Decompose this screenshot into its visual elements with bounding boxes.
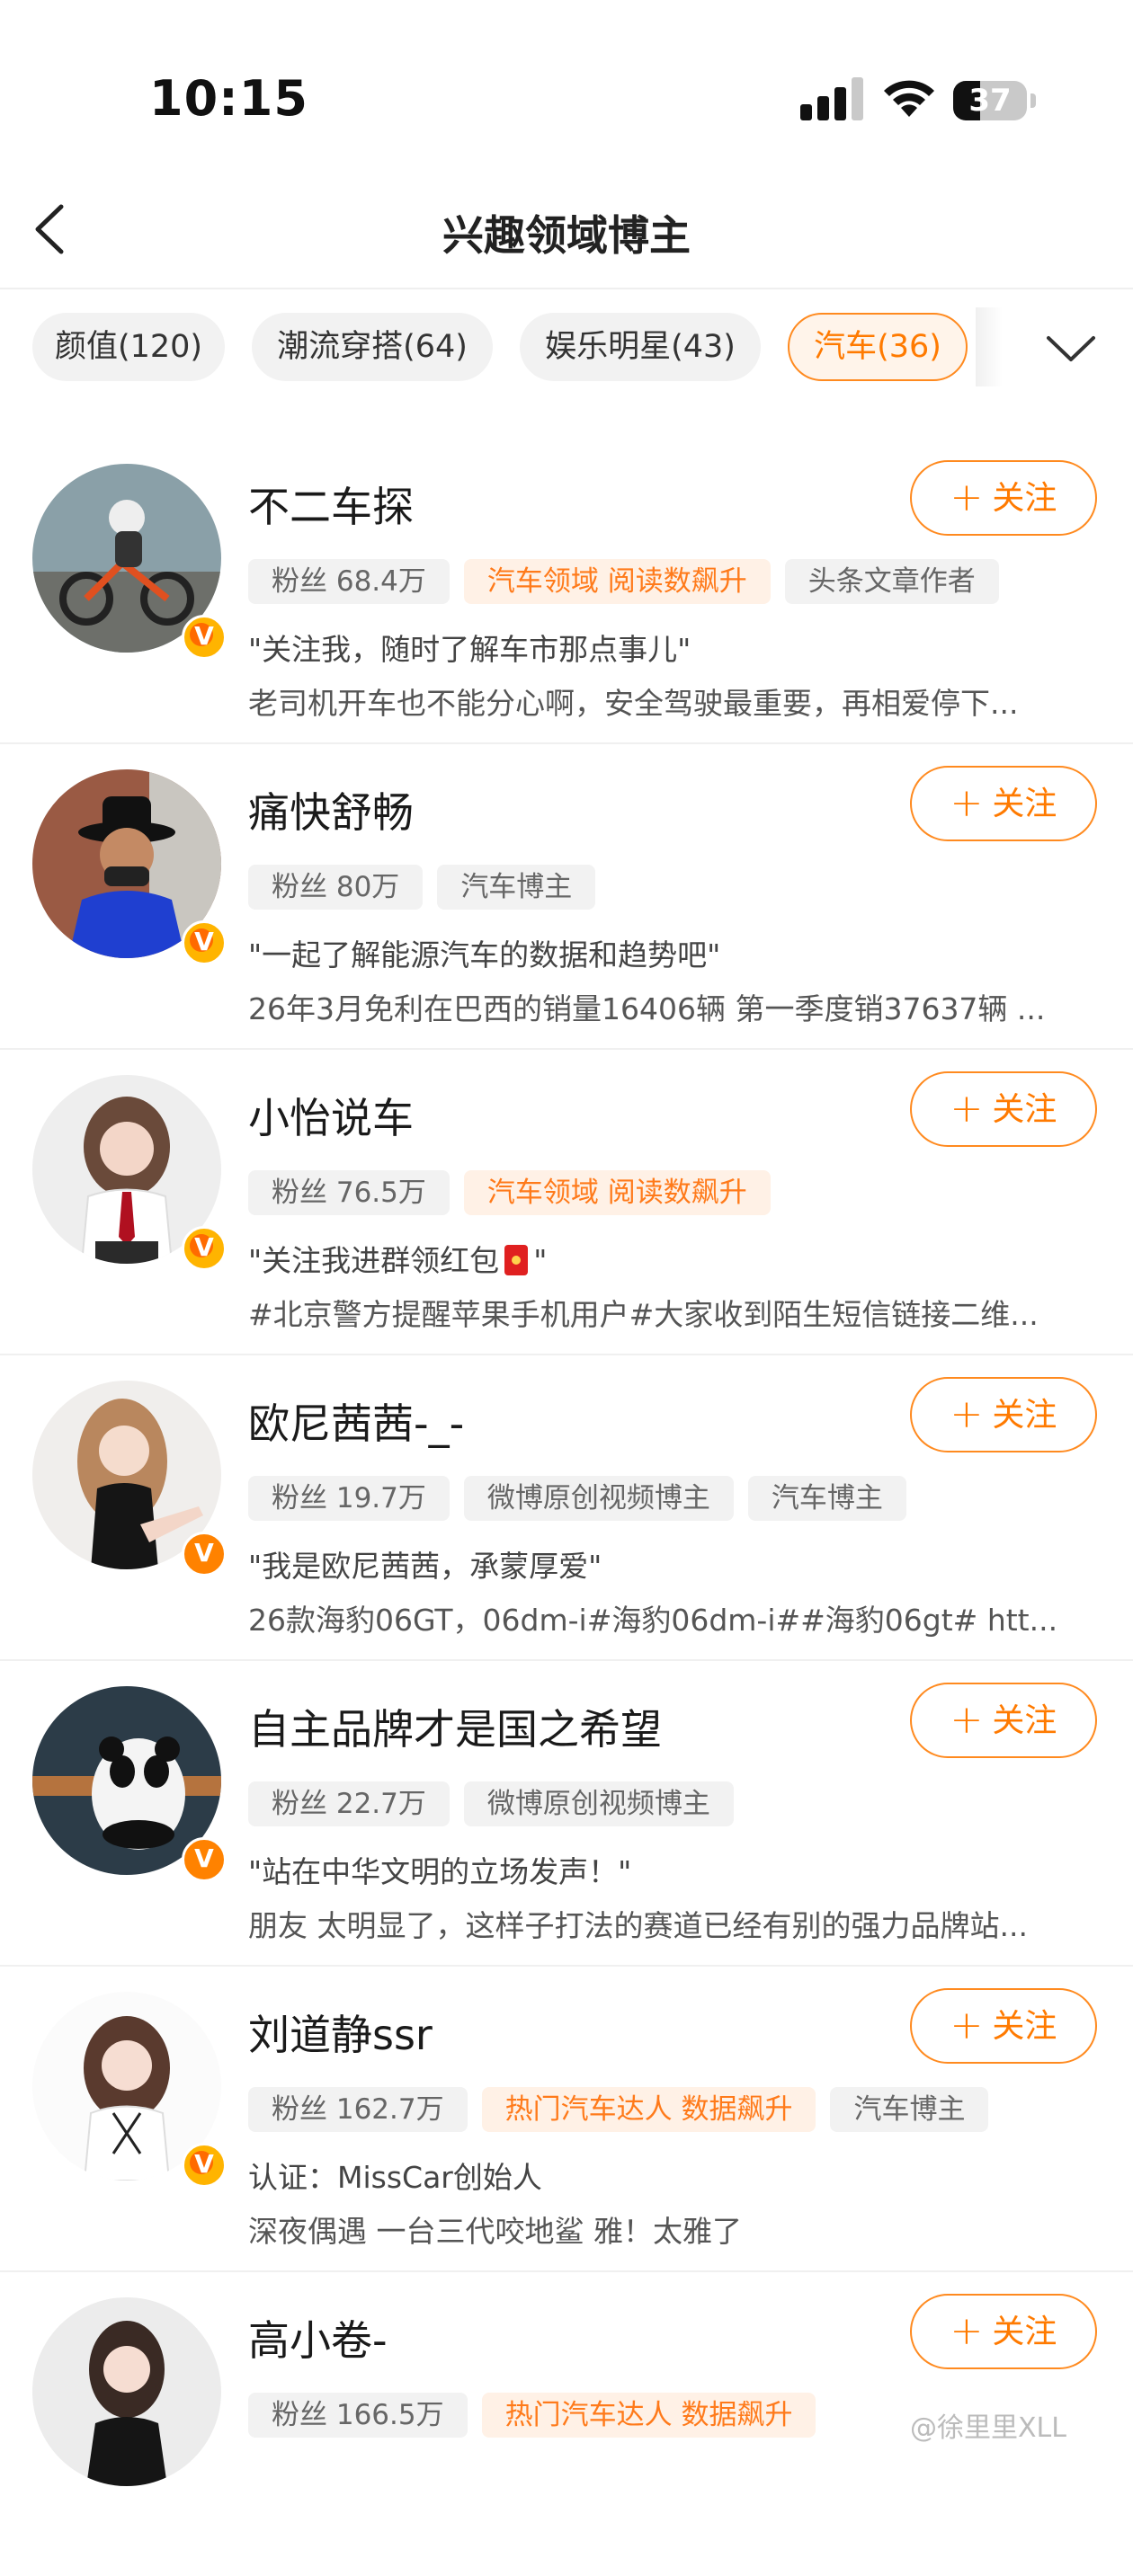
tag-row: 粉丝 68.4万 汽车领域 阅读数飙升 头条文章作者 xyxy=(248,559,1013,606)
hot-tag: 汽车领域 阅读数飙升 xyxy=(463,559,771,604)
cellular-signal-icon xyxy=(800,77,865,120)
tab-yanzhi[interactable]: 颜值(120) xyxy=(32,313,225,381)
blogger-description: "关注我进群领红包 " xyxy=(248,1237,1093,1280)
red-packet-icon xyxy=(504,1245,529,1275)
blogger-name[interactable]: 刘道静ssr xyxy=(248,2003,433,2062)
plus-icon: + xyxy=(950,1391,984,1437)
follow-button[interactable]: + 关注 xyxy=(910,1377,1097,1452)
latest-post: 26款海豹06GT，06dm-i#海豹06dm-i##海豹06gt# htt..… xyxy=(248,1603,1058,1638)
verified-badge-icon: V xyxy=(182,2143,227,2188)
latest-post: 深夜偶遇 一台三代咬地鲨 雅！太雅了 xyxy=(248,2214,742,2249)
fans-count: 粉丝 166.5万 xyxy=(248,2393,468,2438)
blogger-name[interactable]: 自主品牌才是国之希望 xyxy=(248,1697,662,1756)
hot-tag: 热门汽车达人 数据飙升 xyxy=(481,2087,816,2132)
fans-count: 粉丝 68.4万 xyxy=(248,559,450,604)
tag-row: 粉丝 19.7万 微博原创视频博主 汽车博主 xyxy=(248,1476,921,1523)
plus-icon: + xyxy=(950,2308,984,2354)
nav-bar: 兴趣领域博主 xyxy=(0,171,1133,289)
blogger-description: "一起了解能源汽车的数据和趋势吧" xyxy=(248,937,721,973)
status-bar: 10:15 37 xyxy=(0,0,1133,171)
tag-row: 粉丝 80万 汽车博主 xyxy=(248,865,610,911)
category-tag: 汽车博主 xyxy=(747,1476,906,1521)
blogger-description: "站在中华文明的立场发声！" xyxy=(248,1854,632,1889)
verified-badge-icon: V xyxy=(182,1837,227,1882)
plus-icon: + xyxy=(950,780,984,826)
list-item[interactable]: V 不二车探 + 关注 粉丝 68.4万 汽车领域 阅读数飙升 头条文章作者 "关注我… xyxy=(0,437,1133,744)
latest-post: 老司机开车也不能分心啊，安全驾驶最重要，再相爱停下... xyxy=(248,686,1019,721)
hot-tag: 热门汽车达人 数据飙升 xyxy=(481,2393,816,2438)
plus-icon: + xyxy=(950,1086,984,1132)
plus-icon: + xyxy=(950,1697,984,1743)
blogger-name[interactable]: 高小卷- xyxy=(248,2308,388,2367)
fans-count: 粉丝 80万 xyxy=(248,865,424,910)
hot-tag: 汽车领域 阅读数飙升 xyxy=(463,1170,771,1215)
list-item[interactable]: V 自主品牌才是国之希望 + 关注 粉丝 22.7万 微博原创视频博主 "站在中华文… xyxy=(0,1659,1133,1967)
tag-row: 粉丝 166.5万 热门汽车达人 数据飙升 xyxy=(248,2393,830,2439)
category-tag: 头条文章作者 xyxy=(784,559,999,604)
fans-count: 粉丝 162.7万 xyxy=(248,2087,468,2132)
battery-icon: 37 xyxy=(953,81,1036,120)
plus-icon: + xyxy=(950,2003,984,2048)
category-tag: 汽车博主 xyxy=(437,865,596,910)
follow-button[interactable]: + 关注 xyxy=(910,1683,1097,1758)
category-tag: 微博原创视频博主 xyxy=(463,1476,734,1521)
follow-button[interactable]: + 关注 xyxy=(910,2294,1097,2369)
fans-count: 粉丝 76.5万 xyxy=(248,1170,450,1215)
tag-row: 粉丝 22.7万 微博原创视频博主 xyxy=(248,1781,748,1828)
tab-chaoliu[interactable]: 潮流穿搭(64) xyxy=(252,313,493,381)
page-title: 兴趣领域博主 xyxy=(442,211,691,260)
blogger-name[interactable]: 痛快舒畅 xyxy=(248,780,414,839)
follow-button[interactable]: + 关注 xyxy=(910,1071,1097,1147)
tab-yule[interactable]: 娱乐明星(43) xyxy=(520,313,761,381)
avatar[interactable] xyxy=(32,2297,221,2486)
blogger-description: 认证：MissCar创始人 xyxy=(248,2160,542,2195)
description-text: "关注我进群领红包 xyxy=(248,1243,500,1278)
latest-post: 朋友 太明显了，这样子打法的赛道已经有别的强力品牌站... xyxy=(248,1908,1028,1943)
status-time: 10:15 xyxy=(149,70,308,127)
chevron-down-icon[interactable] xyxy=(1041,325,1101,370)
verified-badge-icon: V xyxy=(182,1226,227,1271)
blogger-description: "关注我，随时了解车市那点事儿" xyxy=(248,632,691,667)
verified-badge-icon: V xyxy=(182,615,227,660)
wifi-icon xyxy=(884,80,934,117)
tab-qiche[interactable]: 汽车(36) xyxy=(788,313,968,381)
follow-button[interactable]: + 关注 xyxy=(910,460,1097,536)
follow-button[interactable]: + 关注 xyxy=(910,1988,1097,2064)
fans-count: 粉丝 22.7万 xyxy=(248,1781,450,1826)
blogger-description: "我是欧尼茜茜，承蒙厚爱" xyxy=(248,1549,602,1584)
latest-post: 26年3月免利在巴西的销量16406辆 第一季度销37637辆 ... xyxy=(248,991,1046,1026)
description-quote: " xyxy=(533,1243,548,1278)
list-item[interactable]: V 小怡说车 + 关注 粉丝 76.5万 汽车领域 阅读数飙升 "关注我进群领红包 "… xyxy=(0,1048,1133,1355)
latest-post: #北京警方提醒苹果手机用户#大家收到陌生短信链接二维... xyxy=(248,1297,1039,1332)
blogger-name[interactable]: 小怡说车 xyxy=(248,1086,414,1145)
tabs-fade xyxy=(976,307,1003,386)
battery-level: 37 xyxy=(968,83,1012,119)
tag-row: 粉丝 162.7万 热门汽车达人 数据飙升 汽车博主 xyxy=(248,2087,1003,2134)
category-tabs: 颜值(120) 潮流穿搭(64) 娱乐明星(43) 汽车(36) xyxy=(0,289,1133,406)
follow-button[interactable]: + 关注 xyxy=(910,766,1097,841)
verified-badge-icon: V xyxy=(182,920,227,965)
verified-badge-icon: V xyxy=(182,1532,227,1577)
category-tag: 汽车博主 xyxy=(830,2087,989,2132)
blogger-name[interactable]: 欧尼茜茜-_- xyxy=(248,1391,464,1451)
watermark: @徐里里XLL xyxy=(910,2412,1066,2444)
fans-count: 粉丝 19.7万 xyxy=(248,1476,450,1521)
category-tag: 微博原创视频博主 xyxy=(463,1781,734,1826)
plus-icon: + xyxy=(950,475,984,520)
blogger-name[interactable]: 不二车探 xyxy=(248,475,414,534)
list-item[interactable]: V 刘道静ssr + 关注 粉丝 162.7万 热门汽车达人 数据飙升 汽车博主 认证… xyxy=(0,1965,1133,2272)
list-item[interactable]: V 欧尼茜茜-_- + 关注 粉丝 19.7万 微博原创视频博主 汽车博主 "我是欧尼… xyxy=(0,1354,1133,1661)
list-item[interactable]: V 痛快舒畅 + 关注 粉丝 80万 汽车博主 "一起了解能源汽车的数据和趋势吧" … xyxy=(0,742,1133,1050)
tag-row: 粉丝 76.5万 汽车领域 阅读数飙升 xyxy=(248,1170,785,1217)
